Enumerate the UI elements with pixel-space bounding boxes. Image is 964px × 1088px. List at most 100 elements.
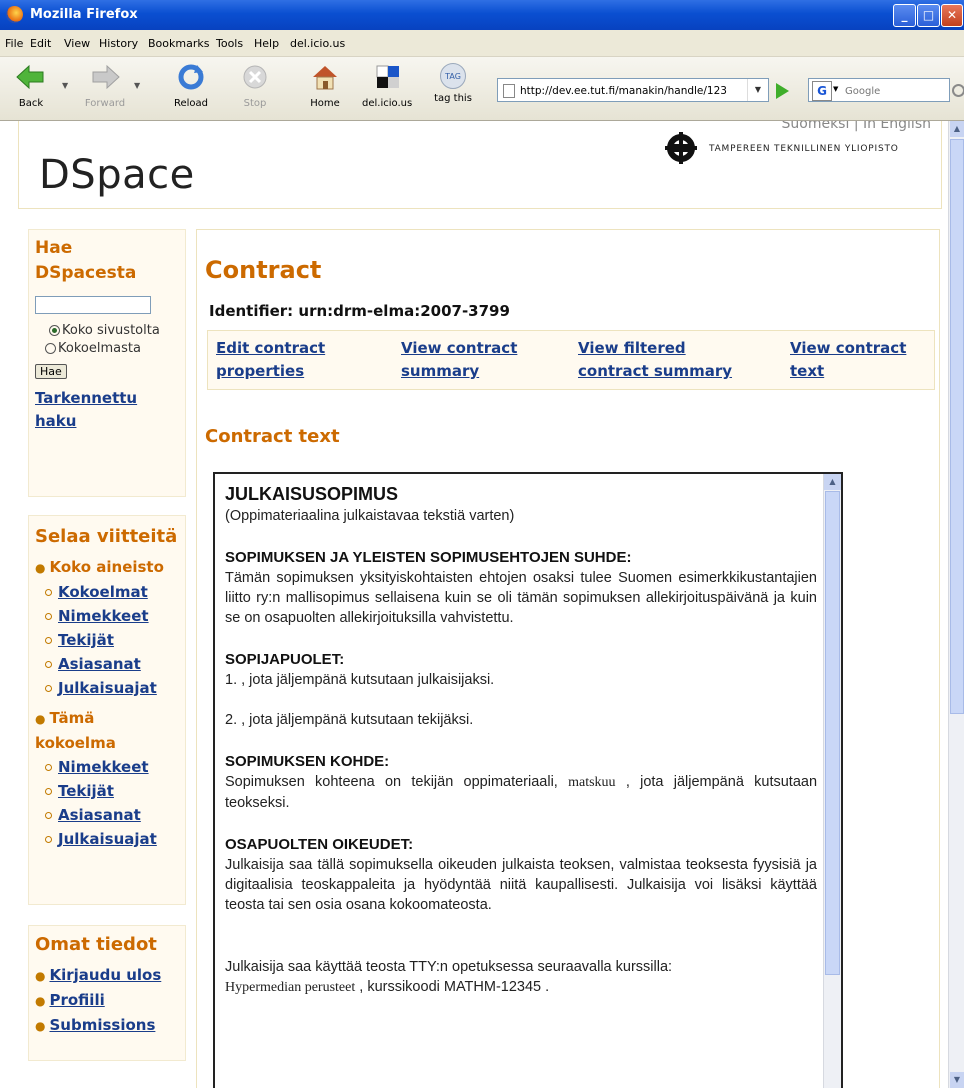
view-summary-link[interactable]: View contract summary: [401, 337, 551, 383]
tut-logo-icon: [665, 132, 697, 164]
window-title: Mozilla Firefox: [30, 7, 138, 22]
course-details: Hypermedian perusteet , kurssikoodi MATH…: [225, 977, 817, 998]
page-icon: [503, 84, 515, 98]
browse-sidebox: Selaa viitteitä ● Koko aineisto Kokoelmat…: [28, 515, 186, 905]
minimize-button[interactable]: _: [893, 4, 916, 27]
circle-bullet-icon: [45, 685, 52, 692]
subject-pre-text: Sopimuksen kohteena on tekijän oppimater…: [225, 774, 558, 790]
browse-link-authors[interactable]: Tekijät: [58, 782, 114, 800]
list-item[interactable]: ● Profiili: [35, 988, 179, 1013]
engine-dropdown-icon[interactable]: ▼: [833, 85, 838, 93]
radio-collection[interactable]: [45, 342, 56, 354]
browse-link-titles[interactable]: Nimekkeet: [58, 758, 149, 776]
search-submit-button[interactable]: Hae: [35, 363, 67, 379]
section-heading: OSAPUOLTEN OIKEUDET:: [225, 836, 414, 853]
forward-history-dropdown[interactable]: ▼: [134, 81, 140, 90]
submissions-link[interactable]: Submissions: [49, 1016, 155, 1034]
reload-icon: [178, 64, 204, 90]
menu-history[interactable]: History: [99, 37, 138, 50]
delicious-button[interactable]: del.icio.us: [362, 63, 412, 109]
search-input[interactable]: [843, 82, 947, 100]
scroll-up-icon[interactable]: ▲: [824, 474, 841, 490]
scroll-up-icon[interactable]: ▲: [950, 121, 964, 137]
home-button[interactable]: Home: [300, 63, 350, 109]
item-identifier: Identifier: urn:drm-elma:2007-3799: [209, 302, 510, 320]
page-scrollbar[interactable]: ▲ ▼: [948, 121, 964, 1088]
language-switch[interactable]: Suomeksi | In English: [782, 121, 932, 132]
menu-edit[interactable]: Edit: [30, 37, 51, 50]
tag-this-button[interactable]: TAG tag this: [428, 63, 478, 104]
document-scrollbar[interactable]: ▲: [823, 474, 841, 1088]
home-label: Home: [310, 98, 340, 109]
advanced-search-link[interactable]: Tarkennettu haku: [35, 389, 137, 430]
scroll-thumb[interactable]: [950, 139, 964, 714]
account-sidebox: Omat tiedot ● Kirjaudu ulos ● Profiili ● Su…: [28, 925, 186, 1061]
list-item[interactable]: Nimekkeet: [35, 604, 179, 628]
google-engine-icon[interactable]: G: [812, 81, 832, 101]
list-item[interactable]: Asiasanat: [35, 652, 179, 676]
browse-group-label: Tämä kokoelma: [35, 709, 116, 752]
browse-link-subjects[interactable]: Asiasanat: [58, 806, 141, 824]
browse-link-subjects[interactable]: Asiasanat: [58, 655, 141, 673]
back-label: Back: [18, 98, 44, 109]
menu-help[interactable]: Help: [254, 37, 279, 50]
view-filtered-summary-link[interactable]: View filtered contract summary: [578, 337, 758, 383]
stop-button[interactable]: Stop: [230, 63, 280, 109]
circle-bullet-icon: [45, 788, 52, 795]
browse-link-collections[interactable]: Kokoelmat: [58, 583, 148, 601]
browse-link-authors[interactable]: Tekijät: [58, 631, 114, 649]
list-item[interactable]: Nimekkeet: [35, 755, 179, 779]
menu-bar: File Edit View History Bookmarks Tools H…: [0, 30, 964, 57]
list-item[interactable]: Asiasanat: [35, 803, 179, 827]
party-1-line: 1. , jota jäljempänä kutsutaan julkaisij…: [225, 672, 495, 688]
list-item[interactable]: Tekijät: [35, 779, 179, 803]
contract-text-frame[interactable]: JULKAISUSOPIMUS (Oppimateriaalina julkai…: [213, 472, 843, 1088]
radio-collection-row[interactable]: Kokoelmasta: [35, 340, 179, 358]
list-item[interactable]: ● Kirjaudu ulos: [35, 963, 179, 988]
circle-bullet-icon: [45, 661, 52, 668]
profile-link[interactable]: Profiili: [49, 991, 104, 1009]
list-item[interactable]: Julkaisuajat: [35, 676, 179, 700]
back-history-dropdown[interactable]: ▼: [62, 81, 68, 90]
go-icon[interactable]: [776, 83, 789, 99]
browse-link-dates[interactable]: Julkaisuajat: [58, 679, 157, 697]
browse-link-titles[interactable]: Nimekkeet: [58, 607, 149, 625]
section-heading: SOPIJAPUOLET:: [225, 651, 345, 668]
scroll-down-icon[interactable]: ▼: [950, 1072, 964, 1088]
list-item[interactable]: ● Submissions: [35, 1013, 179, 1038]
list-item[interactable]: Julkaisuajat: [35, 827, 179, 851]
bullet-icon: ●: [35, 994, 46, 1008]
section-heading: SOPIMUKSEN KOHDE:: [225, 753, 390, 770]
circle-bullet-icon: [45, 836, 52, 843]
radio-all[interactable]: [49, 324, 60, 336]
menu-bookmarks[interactable]: Bookmarks: [148, 37, 209, 50]
url-bar[interactable]: ▼: [497, 78, 769, 102]
view-contract-text-link[interactable]: View contract text: [790, 337, 930, 383]
menu-file[interactable]: File: [5, 37, 23, 50]
contract-actions: Edit contract properties View contract s…: [207, 330, 935, 390]
logout-link[interactable]: Kirjaudu ulos: [49, 966, 161, 984]
menu-tools[interactable]: Tools: [216, 37, 243, 50]
sidebar-search-input[interactable]: [35, 295, 151, 314]
scroll-thumb[interactable]: [825, 491, 840, 975]
site-header: Suomeksi | In English DSpace TAMPEREEN T…: [18, 121, 942, 209]
reload-button[interactable]: Reload: [166, 63, 216, 109]
maximize-button[interactable]: □: [917, 4, 940, 27]
url-input[interactable]: [518, 81, 747, 101]
edit-contract-link[interactable]: Edit contract properties: [216, 337, 366, 383]
url-dropdown-button[interactable]: ▼: [747, 79, 768, 101]
list-item[interactable]: Kokoelmat: [35, 580, 179, 604]
menu-delicious[interactable]: del.icio.us: [290, 37, 345, 50]
search-box[interactable]: G ▼: [808, 78, 950, 102]
radio-all-row[interactable]: Koko sivustolta: [35, 322, 179, 340]
magnifier-icon[interactable]: [952, 84, 964, 97]
close-button[interactable]: ✕: [941, 4, 963, 27]
circle-bullet-icon: [45, 637, 52, 644]
circle-bullet-icon: [45, 613, 52, 620]
back-button[interactable]: Back: [6, 63, 56, 109]
page-title: Contract: [205, 256, 322, 284]
list-item[interactable]: Tekijät: [35, 628, 179, 652]
browse-link-dates[interactable]: Julkaisuajat: [58, 830, 157, 848]
menu-view[interactable]: View: [64, 37, 90, 50]
forward-button[interactable]: Forward: [80, 63, 130, 109]
